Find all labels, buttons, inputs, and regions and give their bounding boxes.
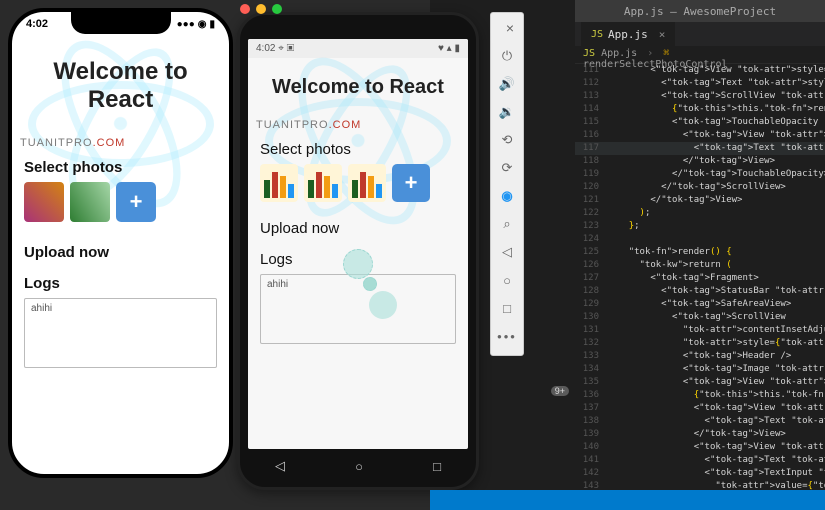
logs-label: Logs	[24, 275, 217, 292]
select-photos-label: Select photos	[260, 141, 456, 158]
power-icon[interactable]: ⏻	[498, 47, 516, 65]
close-icon[interactable]: ×	[501, 19, 519, 37]
rotate-left-icon[interactable]: ⟲	[498, 131, 516, 149]
select-photos-label: Select photos	[24, 159, 217, 176]
vscode-statusbar[interactable]	[430, 490, 825, 510]
photo-list[interactable]: +	[260, 164, 456, 202]
logs-textarea[interactable]: ahihi	[260, 274, 456, 344]
method-icon: ⌘	[663, 48, 669, 59]
volume-down-icon[interactable]: 🔉	[498, 103, 516, 121]
watermark: TUANITPRO.COM	[20, 137, 229, 149]
more-icon[interactable]: •••	[498, 327, 516, 345]
tab-close-icon[interactable]: ×	[659, 28, 666, 41]
status-icons: ♥ ▴ ▮	[438, 43, 460, 54]
wifi-icon: ◉	[198, 19, 207, 30]
js-icon: JS	[591, 29, 603, 40]
nav-home-icon[interactable]: ○	[355, 459, 363, 474]
rotate-right-icon[interactable]: ⟳	[498, 159, 516, 177]
add-photo-button[interactable]: +	[392, 164, 430, 202]
add-photo-button[interactable]: +	[116, 182, 156, 222]
zoom-icon[interactable]: ⌕	[498, 215, 516, 233]
camera-icon[interactable]: ◉	[498, 187, 516, 205]
traffic-close[interactable]	[240, 4, 250, 14]
js-icon: JS	[583, 48, 595, 59]
home-icon[interactable]: ○	[498, 271, 516, 289]
breadcrumb[interactable]: JS App.js › ⌘ renderSelectPhotoControl	[575, 46, 825, 64]
overview-icon[interactable]: □	[498, 299, 516, 317]
photo-thumb[interactable]	[304, 164, 342, 202]
photo-thumb[interactable]	[260, 164, 298, 202]
nav-back-icon[interactable]: ◁	[275, 458, 285, 474]
upload-now-label[interactable]: Upload now	[24, 244, 217, 261]
window-title: App.js — AwesomeProject	[575, 0, 825, 22]
photo-thumb[interactable]	[70, 182, 110, 222]
tab-label: App.js	[608, 28, 648, 41]
page-title: Welcome to React	[22, 58, 219, 113]
nav-recent-icon[interactable]: □	[433, 459, 441, 474]
editor-tabs: JS App.js ×	[575, 22, 825, 46]
back-icon[interactable]: ◁	[498, 243, 516, 261]
iphone-notch	[71, 12, 171, 34]
debug-icon: ⌖ ▣	[278, 43, 294, 54]
android-time: 4:02	[256, 43, 275, 54]
traffic-min[interactable]	[256, 4, 266, 14]
android-emulator: 4:02 ⌖ ▣ ♥ ▴ ▮ Welcome to React TUANITPR…	[237, 12, 479, 490]
volume-up-icon[interactable]: 🔊	[498, 75, 516, 93]
vscode-window: App.js — AwesomeProject JS App.js × JS A…	[575, 0, 825, 490]
ios-simulator: 4:02 ●●● ◉ ▮ Welcome to React TUANITPRO.…	[8, 8, 233, 478]
upload-now-label[interactable]: Upload now	[260, 220, 456, 237]
traffic-max[interactable]	[272, 4, 282, 14]
tab-app-js[interactable]: JS App.js ×	[581, 22, 675, 46]
photo-list[interactable]: +	[24, 182, 217, 222]
android-navbar: ◁ ○ □	[240, 453, 476, 479]
page-title: Welcome to React	[254, 76, 462, 99]
android-statusbar: 4:02 ⌖ ▣ ♥ ▴ ▮	[248, 39, 468, 58]
battery-icon: ▮	[209, 19, 215, 30]
ios-time: 4:02	[26, 18, 48, 30]
code-editor[interactable]: 1111121131141151161171181191201211221231…	[575, 64, 825, 490]
photo-thumb[interactable]	[348, 164, 386, 202]
photo-thumb[interactable]	[24, 182, 64, 222]
logs-textarea[interactable]: ahihi	[24, 298, 217, 368]
emulator-toolbar: × ⏻ 🔊 🔉 ⟲ ⟳ ◉ ⌕ ◁ ○ □ •••	[490, 12, 524, 356]
watermark: TUANITPRO.COM	[256, 119, 468, 131]
signal-icon: ●●●	[177, 19, 195, 30]
